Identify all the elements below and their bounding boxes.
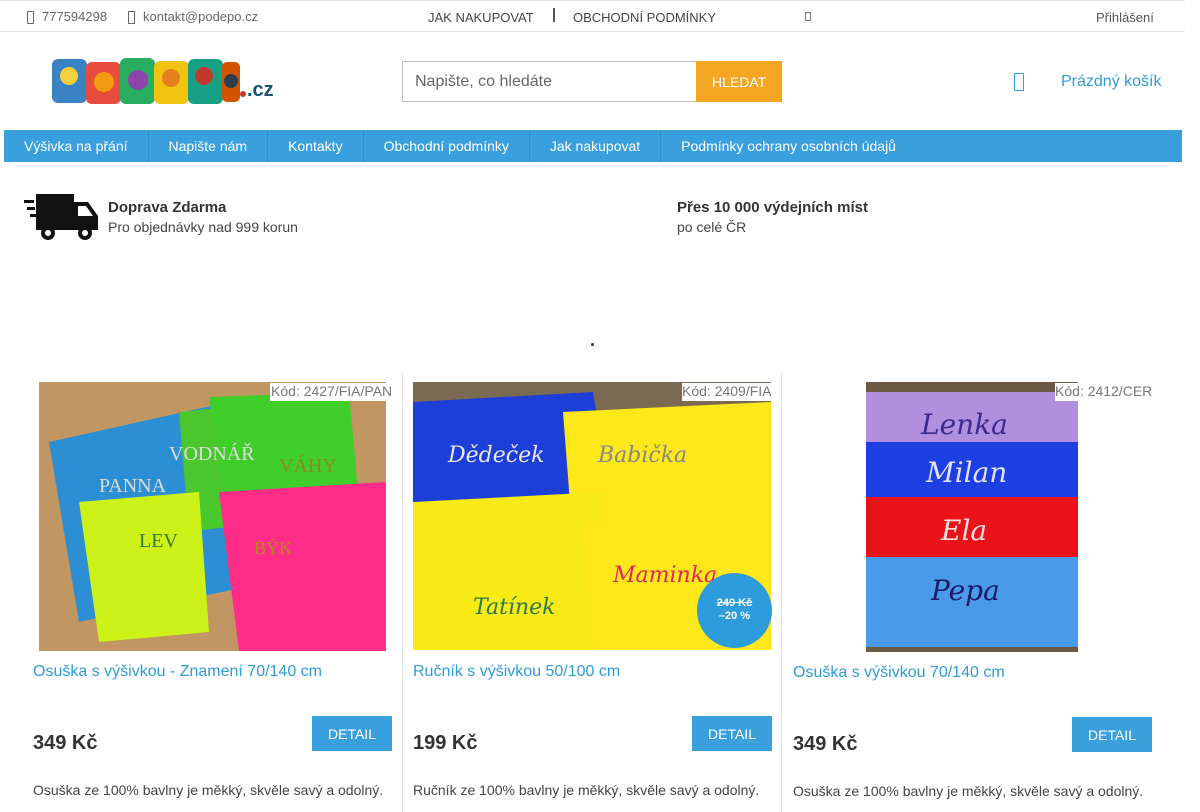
product-card: PANNA VODNÁŘ VÁHY LEV BÝK Kód: 2427/FIA/…: [32, 372, 402, 812]
product-description: Osuška ze 100% bavlny je měkký, skvěle s…: [793, 783, 1144, 799]
product-price: 199 Kč: [413, 732, 478, 754]
product-code: Kód: 2427/FIA/PAN: [270, 383, 393, 401]
nav-item-how-to-buy[interactable]: Jak nakupovat: [530, 130, 662, 162]
search-button[interactable]: HLEDAT: [696, 61, 782, 102]
svg-text:Babička: Babička: [597, 443, 687, 468]
email-address[interactable]: kontakt@podepo.cz: [143, 9, 258, 24]
old-price: 249 Kč: [716, 597, 753, 609]
search-bar: HLEDAT: [402, 61, 782, 102]
delivery-truck-icon: [24, 192, 100, 242]
nav-item-terms[interactable]: Obchodní podmínky: [364, 130, 530, 162]
top-bar: 777594298 kontakt@podepo.cz JAK NAKUPOVA…: [0, 0, 1185, 32]
more-icon[interactable]: [805, 12, 811, 21]
shipping-title: Doprava Zdarma: [108, 199, 227, 216]
pickup-title: Přes 10 000 výdejních míst: [677, 199, 868, 216]
svg-text:LEV: LEV: [139, 530, 178, 552]
svg-text:PANNA: PANNA: [99, 475, 167, 497]
product-price: 349 Kč: [33, 732, 98, 754]
nav-item-contacts[interactable]: Kontakty: [268, 130, 364, 162]
product-code: Kód: 2412/CER: [1055, 383, 1153, 401]
svg-text:Ela: Ela: [940, 514, 987, 547]
svg-text:Lenka: Lenka: [920, 408, 1008, 441]
cart-label[interactable]: Prázdný košík: [1061, 73, 1161, 91]
svg-text:Tatínek: Tatínek: [473, 595, 555, 620]
svg-text:Milan: Milan: [925, 456, 1007, 489]
site-logo[interactable]: .cz: [52, 56, 278, 106]
product-code: Kód: 2409/FIA: [682, 383, 772, 401]
nav-item-write-us[interactable]: Napište nám: [149, 130, 269, 162]
svg-text:Maminka: Maminka: [612, 563, 717, 588]
shipping-subtitle: Pro objednávky nad 999 korun: [108, 219, 298, 235]
nav-item-custom-embroidery[interactable]: Výšivka na přání: [4, 130, 149, 162]
svg-text:Dědeček: Dědeček: [447, 443, 544, 468]
product-name[interactable]: Osuška s výšivkou - Znamení 70/140 cm: [33, 663, 322, 681]
cart-icon[interactable]: [1014, 73, 1024, 91]
svg-text:BÝK: BÝK: [254, 537, 292, 558]
svg-text:.cz: .cz: [247, 79, 274, 101]
product-image[interactable]: Lenka Milan Ela Pepa: [866, 382, 1078, 652]
svg-text:VODNÁŘ: VODNÁŘ: [169, 442, 255, 465]
product-card: Dědeček Babička Maminka Tatínek Kód: 240…: [402, 372, 782, 812]
mail-icon: [125, 10, 135, 24]
topbar-link-terms[interactable]: OBCHODNÍ PODMÍNKY: [573, 10, 716, 25]
nav-item-privacy[interactable]: Podmínky ochrany osobních údajů: [661, 130, 916, 162]
topbar-link-how-to-buy[interactable]: JAK NAKUPOVAT: [428, 10, 534, 25]
product-card: Lenka Milan Ela Pepa Kód: 2412/CER Osušk…: [781, 372, 1161, 812]
phone-icon: [24, 10, 34, 24]
svg-text:Pepa: Pepa: [930, 574, 1000, 607]
phone-number[interactable]: 777594298: [42, 9, 107, 24]
discount-badge: 249 Kč –20 %: [697, 573, 772, 648]
product-description: Ručník ze 100% bavlny je měkký, skvěle s…: [413, 782, 760, 798]
product-name[interactable]: Ručník s výšivkou 50/100 cm: [413, 663, 620, 681]
pickup-subtitle: po celé ČR: [677, 219, 747, 235]
svg-text:VÁHY: VÁHY: [279, 454, 337, 477]
detail-button[interactable]: DETAIL: [312, 716, 392, 751]
email-contact[interactable]: kontakt@podepo.cz: [125, 9, 258, 24]
search-input[interactable]: [402, 61, 697, 102]
main-navigation: Výšivka na přání Napište nám Kontakty Ob…: [4, 130, 1182, 162]
product-price: 349 Kč: [793, 733, 858, 755]
product-name[interactable]: Osuška s výšivkou 70/140 cm: [793, 664, 1005, 682]
phone-contact[interactable]: 777594298: [24, 9, 107, 24]
discount-percent: –20 %: [718, 610, 751, 622]
carousel-dot[interactable]: [591, 343, 594, 346]
login-link[interactable]: Přihlášení: [1096, 10, 1154, 25]
topbar-divider: [553, 8, 555, 22]
product-description: Osuška ze 100% bavlny je měkký, skvěle s…: [33, 782, 384, 798]
detail-button[interactable]: DETAIL: [1072, 717, 1152, 752]
detail-button[interactable]: DETAIL: [692, 716, 772, 751]
product-image[interactable]: PANNA VODNÁŘ VÁHY LEV BÝK: [39, 382, 386, 651]
